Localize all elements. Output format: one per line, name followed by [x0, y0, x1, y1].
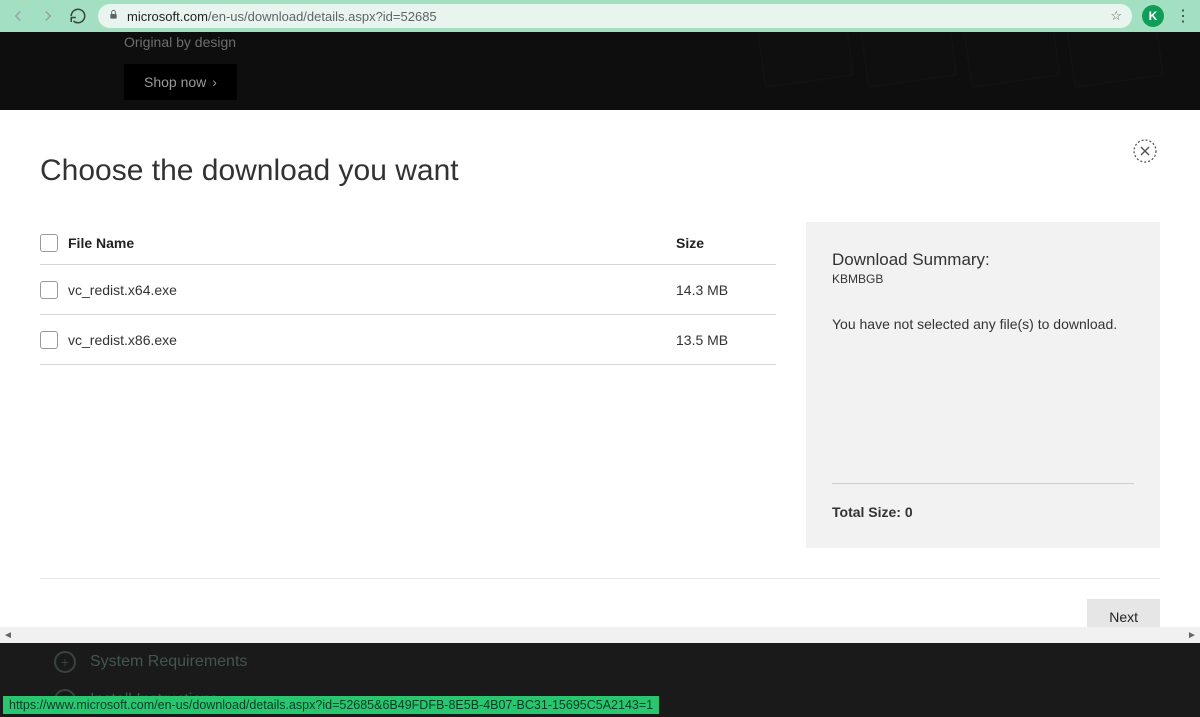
- file-name: vc_redist.x64.exe: [68, 282, 676, 298]
- content-area: Choose the download you want File Name S…: [0, 110, 1200, 627]
- select-all-checkbox[interactable]: [40, 234, 58, 252]
- scroll-left-icon[interactable]: ◄: [0, 627, 16, 643]
- summary-title: Download Summary:: [832, 250, 1134, 270]
- forward-icon[interactable]: [38, 6, 58, 26]
- reload-icon[interactable]: [68, 6, 88, 26]
- row-checkbox[interactable]: [40, 281, 58, 299]
- expand-plus-icon: +: [54, 651, 76, 673]
- scroll-right-icon[interactable]: ►: [1184, 627, 1200, 643]
- summary-subtitle: KBMBGB: [832, 272, 1134, 286]
- table-header: File Name Size: [40, 222, 776, 265]
- hero-tagline: Original by design: [124, 34, 1200, 50]
- file-size: 13.5 MB: [676, 332, 776, 348]
- page-footer: ◄ ► + System Requirements + Install Inst…: [0, 627, 1200, 717]
- download-summary-panel: Download Summary: KBMBGB You have not se…: [806, 222, 1160, 548]
- back-icon[interactable]: [8, 6, 28, 26]
- status-bar-link: https://www.microsoft.com/en-us/download…: [3, 696, 659, 714]
- row-checkbox[interactable]: [40, 331, 58, 349]
- horizontal-scrollbar[interactable]: ◄ ►: [0, 627, 1200, 643]
- profile-avatar[interactable]: K: [1142, 5, 1164, 27]
- table-row: vc_redist.x86.exe 13.5 MB: [40, 315, 776, 365]
- browser-toolbar: microsoft.com/en-us/download/details.asp…: [0, 0, 1200, 32]
- divider: [832, 483, 1134, 484]
- bookmark-star-icon[interactable]: ☆: [1110, 8, 1122, 24]
- shop-now-button[interactable]: Shop now ›: [124, 64, 237, 100]
- url-path: /en-us/download/details.aspx?id=52685: [208, 9, 437, 24]
- file-table: File Name Size vc_redist.x64.exe 14.3 MB…: [40, 222, 776, 548]
- file-name: vc_redist.x86.exe: [68, 332, 676, 348]
- file-size: 14.3 MB: [676, 282, 776, 298]
- lock-icon: [108, 8, 119, 24]
- shop-now-label: Shop now: [144, 74, 206, 90]
- next-button[interactable]: Next: [1087, 599, 1160, 627]
- url-domain: microsoft.com: [127, 9, 208, 24]
- col-header-filename: File Name: [68, 235, 676, 251]
- col-header-size: Size: [676, 235, 776, 251]
- summary-total: Total Size: 0: [832, 504, 1134, 520]
- accordion-label: System Requirements: [90, 653, 247, 671]
- chevron-right-icon: ›: [212, 74, 217, 90]
- address-bar[interactable]: microsoft.com/en-us/download/details.asp…: [98, 4, 1132, 28]
- browser-menu-icon[interactable]: ⋮: [1174, 6, 1192, 26]
- summary-message: You have not selected any file(s) to dow…: [832, 316, 1134, 332]
- accordion-item[interactable]: + System Requirements: [0, 643, 1200, 681]
- table-row: vc_redist.x64.exe 14.3 MB: [40, 265, 776, 315]
- modal-title: Choose the download you want: [40, 154, 1160, 188]
- close-icon[interactable]: [1132, 138, 1158, 164]
- hero-banner: Original by design Shop now ›: [0, 32, 1200, 110]
- download-chooser-modal: Choose the download you want File Name S…: [0, 110, 1200, 627]
